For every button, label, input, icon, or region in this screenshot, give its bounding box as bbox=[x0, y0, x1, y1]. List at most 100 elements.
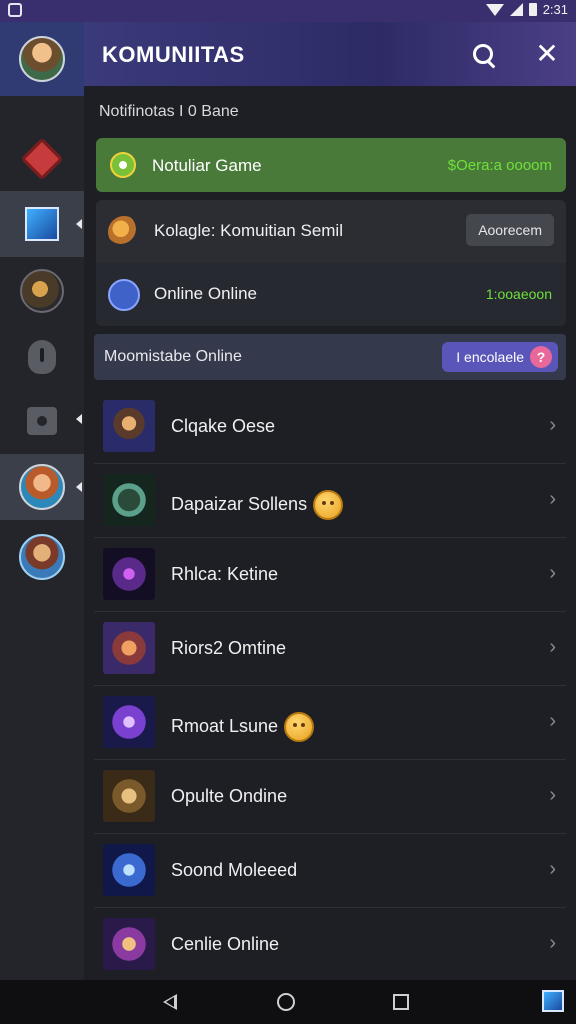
rail-server-blue[interactable] bbox=[0, 191, 84, 257]
app-icon[interactable] bbox=[542, 990, 564, 1012]
section-label: Notifinotas I 0 Bane bbox=[99, 103, 239, 120]
thumbnail-image bbox=[103, 548, 155, 600]
key-icon bbox=[108, 216, 140, 248]
selected-indicator-icon bbox=[76, 219, 82, 229]
list-item-label: Dapaizar Sollens bbox=[171, 490, 344, 520]
signal-icon bbox=[509, 3, 523, 16]
member-list: Clqake Oese › Dapaizar Sollens › Rhlca: Keti… bbox=[94, 390, 566, 982]
wifi-icon bbox=[485, 3, 504, 16]
warrior-icon bbox=[20, 269, 64, 313]
thumbnail-image bbox=[103, 918, 155, 970]
red-diamond-icon bbox=[20, 137, 64, 181]
rail-server-gear[interactable] bbox=[0, 388, 84, 454]
chevron-right-icon: › bbox=[549, 636, 556, 658]
avatar bbox=[19, 464, 65, 510]
list-item[interactable]: Rhlca: Ketine › bbox=[94, 538, 566, 612]
chevron-right-icon: › bbox=[549, 488, 556, 510]
list-item-name: Soond Moleeed bbox=[171, 860, 298, 880]
thumbnail-image bbox=[103, 400, 155, 452]
online-row[interactable]: Online Online 1:ooaeoon bbox=[96, 263, 566, 326]
list-item[interactable]: Rmoat Lsune › bbox=[94, 686, 566, 760]
access-button[interactable]: Aoorecem bbox=[466, 214, 554, 246]
recents-icon[interactable] bbox=[393, 994, 409, 1010]
list-item-label: Soond Moleeed bbox=[171, 860, 297, 881]
list-item-name: Riors2 Omtine bbox=[171, 638, 287, 658]
list-item-label: Cenlie Online bbox=[171, 934, 279, 955]
chevron-right-icon: › bbox=[549, 858, 556, 880]
list-item-label: Rmoat Lsune bbox=[171, 712, 315, 742]
rail-server-hero2[interactable] bbox=[0, 524, 84, 590]
status-bar: 2:31 bbox=[0, 0, 576, 22]
list-item-label: Opulte Ondine bbox=[171, 786, 287, 807]
battery-icon bbox=[528, 3, 537, 16]
thumbnail-image bbox=[103, 770, 155, 822]
thumbnail-image bbox=[103, 474, 155, 526]
avatar bbox=[19, 534, 65, 580]
chevron-right-icon: › bbox=[549, 784, 556, 806]
back-icon[interactable] bbox=[163, 994, 177, 1010]
list-item-name: Opulte Ondine bbox=[171, 786, 288, 806]
game-bar-label: Notuliar Game bbox=[152, 156, 262, 175]
emoji-icon bbox=[313, 490, 344, 520]
server-rail bbox=[0, 22, 84, 980]
selected-indicator-icon bbox=[76, 482, 82, 492]
status-icons: 2:31 bbox=[485, 2, 568, 17]
list-item[interactable]: Clqake Oese › bbox=[94, 390, 566, 464]
moderation-pill-button[interactable]: I encolaele ? bbox=[442, 342, 558, 372]
thumbnail-image bbox=[103, 622, 155, 674]
help-icon[interactable]: ? bbox=[530, 346, 552, 368]
list-item-label: Clqake Oese bbox=[171, 416, 275, 437]
list-item-label: Rhlca: Ketine bbox=[171, 564, 278, 585]
list-item-name: Clqake Oese bbox=[171, 416, 276, 436]
game-bar-status: $Oera:a oooom bbox=[447, 157, 552, 174]
list-item[interactable]: Cenlie Online › bbox=[94, 908, 566, 982]
list-item[interactable]: Dapaizar Sollens › bbox=[94, 464, 566, 538]
search-button[interactable] bbox=[467, 38, 499, 70]
pen-icon bbox=[108, 279, 140, 311]
list-item[interactable]: Riors2 Omtine › bbox=[94, 612, 566, 686]
avatar bbox=[19, 36, 65, 82]
rail-server-shield[interactable] bbox=[0, 324, 84, 390]
status-time: 2:31 bbox=[542, 2, 568, 17]
emoji-icon bbox=[284, 712, 315, 742]
notification-icon bbox=[8, 3, 22, 17]
chevron-right-icon: › bbox=[549, 932, 556, 954]
chevron-right-icon: › bbox=[549, 414, 556, 436]
game-bar[interactable]: Notuliar Game $Oera:a oooom bbox=[96, 138, 566, 192]
list-item-name: Rhlca: Ketine bbox=[171, 564, 279, 584]
online-row-label: Online Online bbox=[154, 284, 258, 303]
online-count: 1:ooaeoon bbox=[485, 286, 552, 302]
rail-server-hero[interactable] bbox=[0, 454, 84, 520]
chevron-icon bbox=[76, 414, 82, 424]
list-item[interactable]: Opulte Ondine › bbox=[94, 760, 566, 834]
community-card: Kolagle: Komuitian Semil Aoorecem Online… bbox=[96, 200, 566, 326]
moderation-label: Moomistabe Online bbox=[104, 348, 242, 365]
chevron-right-icon: › bbox=[549, 710, 556, 732]
search-icon bbox=[473, 44, 493, 64]
community-row-label: Kolagle: Komuitian Semil bbox=[154, 221, 343, 240]
community-row[interactable]: Kolagle: Komuitian Semil Aoorecem bbox=[96, 200, 566, 263]
close-button[interactable]: ✕ bbox=[531, 38, 563, 70]
list-item-name: Dapaizar Sollens bbox=[171, 493, 308, 514]
close-icon: ✕ bbox=[535, 38, 559, 69]
list-item-label: Riors2 Omtine bbox=[171, 638, 286, 659]
blue-square-icon bbox=[25, 207, 59, 241]
rail-profile-avatar[interactable] bbox=[0, 26, 84, 92]
page-title: KOMUNIITAS bbox=[102, 42, 245, 67]
moderation-pill-label: I encolaele bbox=[456, 349, 524, 365]
list-item[interactable]: Soond Moleeed › bbox=[94, 834, 566, 908]
chevron-right-icon: › bbox=[549, 562, 556, 584]
system-nav-bar bbox=[0, 980, 576, 1024]
thumbnail-image bbox=[103, 696, 155, 748]
gear-icon bbox=[27, 407, 57, 435]
home-icon[interactable] bbox=[277, 993, 295, 1011]
list-item-name: Cenlie Online bbox=[171, 934, 280, 954]
shield-icon bbox=[28, 340, 56, 374]
game-icon bbox=[110, 152, 136, 178]
thumbnail-image bbox=[103, 844, 155, 896]
main-panel: Notifinotas I 0 Bane Notuliar Game $Oera… bbox=[84, 86, 576, 982]
rail-server-warrior[interactable] bbox=[0, 258, 84, 324]
top-header: KOMUNIITAS ✕ bbox=[84, 22, 576, 86]
rail-server-red[interactable] bbox=[0, 126, 84, 192]
list-item-name: Rmoat Lsune bbox=[171, 715, 279, 736]
